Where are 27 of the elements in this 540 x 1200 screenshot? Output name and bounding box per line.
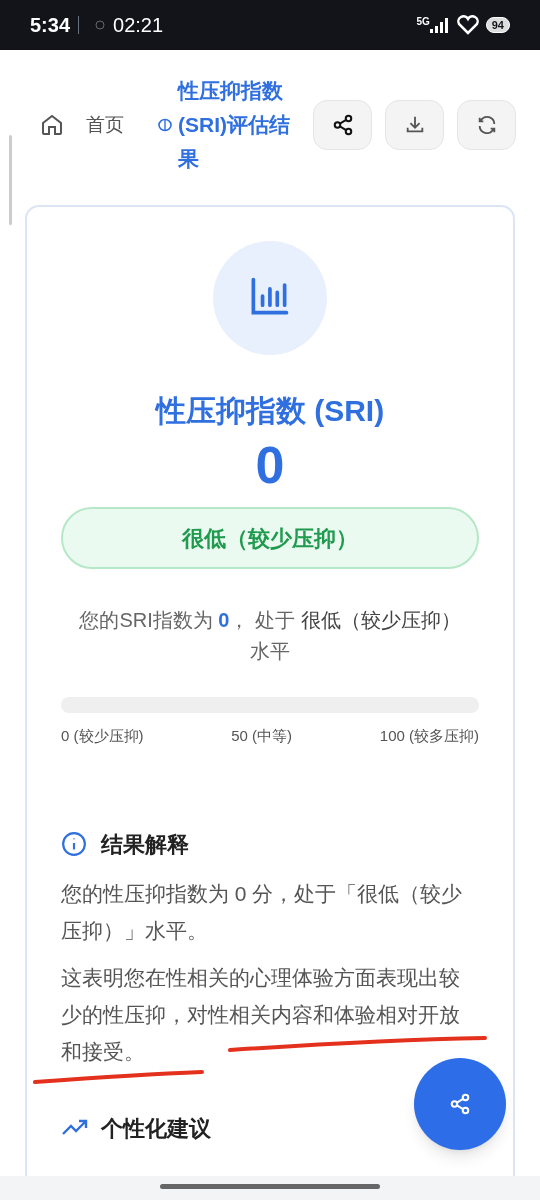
share-icon <box>331 114 354 136</box>
score-value: 0 <box>255 435 285 495</box>
section-title: 个性化建议 <box>101 1114 211 1143</box>
refresh-button[interactable] <box>457 100 516 150</box>
home-link[interactable]: 首页 <box>86 110 124 140</box>
share-icon <box>449 1093 471 1115</box>
heart-icon <box>455 14 480 36</box>
share-button[interactable] <box>313 100 372 150</box>
battery-indicator: 94 <box>485 17 510 33</box>
status-clock: 02:21 <box>113 13 164 38</box>
download-button[interactable] <box>385 100 444 150</box>
scale-label: 50 (中等) <box>231 726 293 746</box>
scale-label: 100 (较多压抑) <box>379 726 479 746</box>
result-title: 性压抑指数 (SRI) <box>155 393 385 429</box>
info-icon <box>61 831 87 857</box>
level-badge: 很低（较少压抑） <box>61 507 479 569</box>
record-icon <box>95 20 106 30</box>
signal-icon <box>429 17 448 33</box>
scale-label: 0 (较少压抑) <box>61 726 144 746</box>
interpretation-text: 您的性压抑指数为 0 分，处于「很低（较少压抑）」水平。 <box>61 880 464 944</box>
page-title: 性压抑指数(SRI)评估结果 <box>178 78 291 172</box>
network-label: 5G <box>416 15 430 29</box>
home-icon[interactable] <box>40 113 64 137</box>
interpretation-text: 这表明您在性相关的心理体验方面表现出较少的性压抑，对性相关内容和体验相对开放和接受。 <box>61 964 461 1065</box>
section-title: 结果解释 <box>101 830 189 859</box>
summary-text: 您的SRI指数为 0， 处于 很低（较少压抑） 水平 <box>78 608 462 664</box>
status-time: 5:34 <box>30 13 71 38</box>
